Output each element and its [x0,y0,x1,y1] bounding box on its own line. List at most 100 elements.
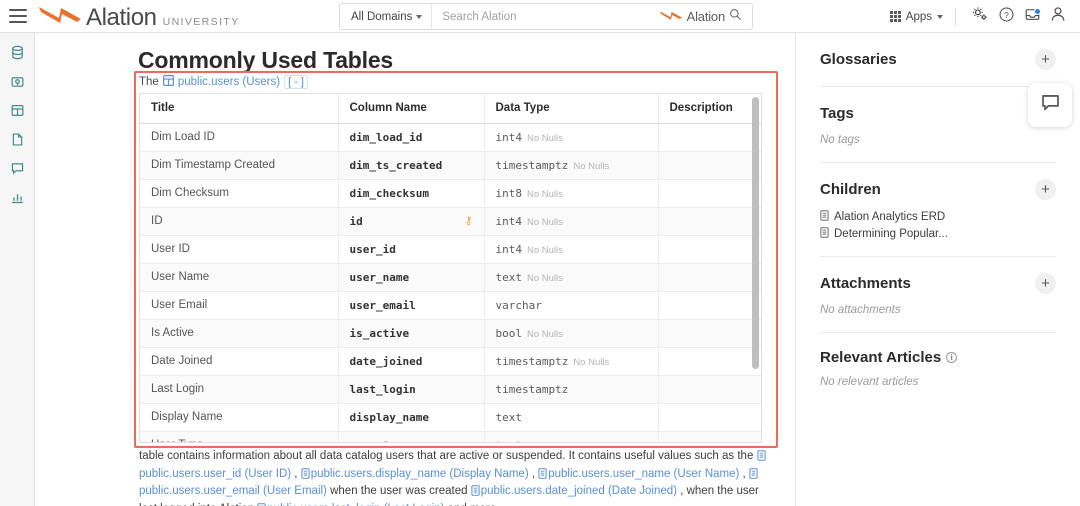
table-row[interactable]: Display Name display_name text [140,403,761,432]
panel-section-title-text: Children [820,181,881,198]
table-row[interactable]: User Type user_type text [140,431,761,443]
add-attachments-button[interactable]: + [1035,273,1056,294]
data-type-text: text [496,439,523,443]
cell-description[interactable] [658,403,761,432]
description-column-link[interactable]: public.users.date_joined (Date Joined) [481,485,677,497]
nullability-text: No Nulls [527,244,563,256]
column-name-text: date_joined [349,354,423,368]
panel-section-header: Tags+ [820,103,1056,124]
sidebar-item-vault[interactable] [7,71,27,91]
cell-description[interactable] [658,179,761,208]
apps-label: Apps [905,10,932,23]
table-row[interactable]: Dim Timestamp Created dim_ts_created times… [140,151,761,180]
table-row[interactable]: User ID user_id int4 No Nulls [140,235,761,264]
document-icon [301,467,310,484]
primary-key-icon: ⚷ [464,214,473,227]
description-column-link[interactable]: public.users.display_name (Display Name) [311,468,529,480]
data-type-text: text [495,410,523,424]
info-circle-icon[interactable]: i [946,352,958,363]
list-item-label: Alation Analytics ERD [834,210,946,223]
table-row[interactable]: Is Active is_active bool No Nulls [140,319,761,348]
add-children-button[interactable]: + [1035,179,1056,200]
col-header-description[interactable]: Description [658,94,761,124]
brand-logo[interactable]: Alation UNIVERSITY [37,3,240,30]
table-grid-icon [162,75,174,89]
columns-table-container: Title Column Name Data Type Description … [139,93,762,443]
table-vertical-scrollbar[interactable] [752,97,759,441]
column-name-text: user_email [349,298,416,312]
settings-button[interactable] [967,4,993,30]
col-header-data-type[interactable]: Data Type [484,94,659,124]
table-row[interactable]: User Email user_email varchar [140,291,761,320]
cell-title: Display Name [140,403,339,432]
cell-data-type: timestamptz [484,375,659,404]
search-input[interactable] [432,10,659,23]
left-nav-rail [0,33,35,506]
alation-logo-icon-small [659,8,683,26]
cell-column-name: user_id [338,235,485,264]
header-actions: Apps ? [889,0,1071,33]
data-type-text: timestamptz [495,158,569,172]
list-item[interactable]: Alation Analytics ERD [820,210,1056,223]
cell-description[interactable] [658,431,761,442]
help-button[interactable]: ? [993,4,1019,30]
cell-description[interactable] [658,235,761,264]
table-body: Dim Load ID dim_load_id int4 No Nulls Dim Ti… [140,123,761,443]
panel-empty-state: No attachments [820,304,901,316]
description-column-link[interactable]: public.users.user_name (User Name) [548,468,739,480]
app-root: Alation UNIVERSITY All Domains Alation [0,0,1080,506]
cell-description[interactable] [658,291,761,320]
cell-description[interactable] [658,263,761,292]
add-glossaries-button[interactable]: + [1035,49,1056,70]
sidebar-item-conversations[interactable] [7,158,27,178]
table-row[interactable]: Date Joined date_joined timestamptz No Null… [140,347,761,376]
column-name-text: user_id [349,242,396,256]
cell-title: User ID [140,235,339,264]
col-header-column-name[interactable]: Column Name [338,94,485,124]
cell-data-type: bool No Nulls [484,319,659,348]
col-header-title[interactable]: Title [140,94,339,124]
sidebar-item-sources[interactable] [7,42,27,62]
nullability-text: No Nulls [573,356,610,368]
hamburger-icon[interactable] [9,9,27,23]
gears-icon [971,5,989,28]
table-link[interactable]: public.users (Users) [178,76,280,88]
domain-filter-dropdown[interactable]: All Domains [340,4,433,29]
cell-description[interactable] [658,151,761,180]
cell-data-type: text [484,403,659,432]
chat-widget-button[interactable] [1028,83,1072,127]
collapse-toggle[interactable]: [ - ] [284,75,308,89]
magnifier-icon[interactable] [729,8,742,26]
table-row[interactable]: Last Login last_login timestamptz [140,375,761,404]
apps-menu-button[interactable]: Apps [889,10,955,23]
table-header-row: Title Column Name Data Type Description [140,94,761,124]
cell-description[interactable] [658,207,761,236]
sidebar-item-tables[interactable] [7,100,27,120]
cell-description[interactable] [658,319,761,348]
table-row[interactable]: Dim Load ID dim_load_id int4 No Nulls [140,123,761,152]
list-item[interactable]: Determining Popular... [820,227,1056,240]
panel-section-attachments: Attachments + No attachments [820,257,1056,333]
description-column-link[interactable]: public.users.user_id (User ID) [139,468,291,480]
scrollbar-thumb[interactable] [752,97,759,369]
nullability-text: No Nulls [573,160,610,172]
profile-button[interactable] [1045,4,1071,30]
column-name-text: id [349,214,363,228]
sidebar-item-analytics[interactable] [7,187,27,207]
table-row[interactable]: Dim Checksum dim_checksum int8 No Nulls [140,179,761,208]
panel-section-header: Glossaries + [820,49,1056,70]
grid-table-icon [11,104,23,116]
table-row[interactable]: User Name user_name text No Nulls [140,263,761,292]
domain-filter-label: All Domains [351,10,413,23]
sidebar-item-documents[interactable] [7,129,27,149]
chevron-down-icon [416,14,423,19]
cell-description[interactable] [658,123,761,152]
cell-description[interactable] [658,375,761,404]
cell-description[interactable] [658,347,761,376]
inbox-button[interactable] [1019,4,1045,30]
panel-section-title: Relevant Articles i [820,349,958,366]
notification-badge [1034,7,1041,15]
table-description-paragraph: table contains information about all dat… [139,448,779,506]
table-row[interactable]: ID id ⚷ int4 No Nulls [140,207,761,236]
description-column-link[interactable]: public.users.user_email (User Email) [139,485,327,497]
